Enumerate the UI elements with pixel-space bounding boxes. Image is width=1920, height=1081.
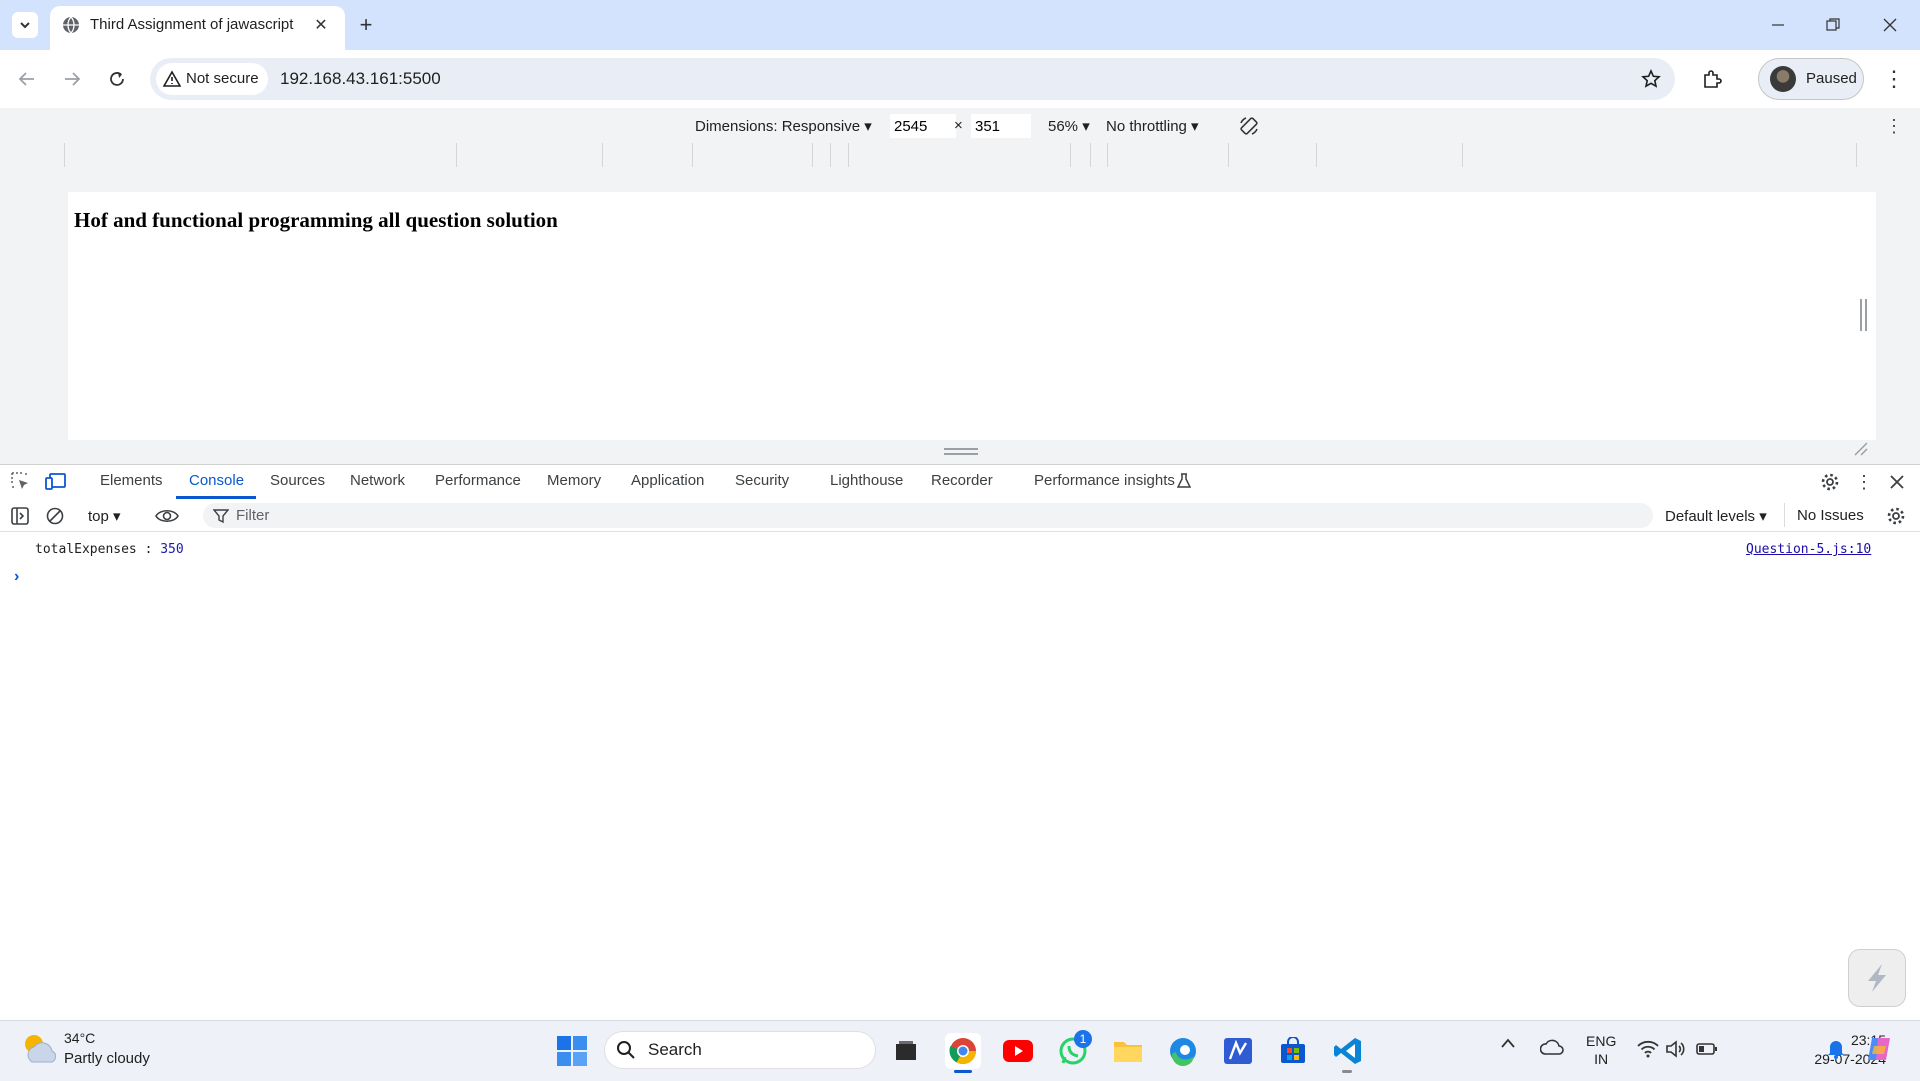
close-tab-icon[interactable]: ✕ [310,14,332,36]
tab-performance[interactable]: Performance [435,472,521,489]
security-label: Not secure [186,70,259,87]
url-text[interactable]: 192.168.43.161:5500 [280,69,441,89]
profile-label: Paused [1806,70,1857,87]
search-icon [617,1041,635,1059]
tab-recorder[interactable]: Recorder [931,472,993,489]
close-window-icon[interactable] [1870,8,1910,42]
chevron-up-icon[interactable] [1500,1036,1516,1054]
new-tab-button[interactable]: + [353,12,379,38]
width-input[interactable] [890,114,956,138]
throttling-dropdown[interactable]: No throttling ▾ [1106,117,1199,135]
live-expression-eye-icon[interactable] [155,506,179,526]
file-explorer-icon[interactable] [1110,1033,1146,1069]
page-heading: Hof and functional programming all quest… [74,208,558,232]
context-selector[interactable]: top ▾ [88,507,121,525]
restore-icon[interactable] [1813,8,1853,42]
weather-temperature: 34°C [64,1030,96,1046]
tab-application[interactable]: Application [631,472,704,489]
task-view-icon[interactable] [888,1033,924,1069]
console-prompt[interactable]: › [14,568,19,586]
store-icon[interactable] [1275,1033,1311,1069]
log-value: 350 [160,542,184,557]
console-settings-gear-icon[interactable] [1884,504,1908,528]
device-toolbar-menu-icon[interactable]: ⋮ [1884,114,1904,138]
reload-icon[interactable] [100,62,134,96]
chrome-icon[interactable] [945,1033,981,1069]
divider [1784,503,1785,527]
warning-icon [163,70,181,87]
tab-title: Third Assignment of jawascript [90,16,294,33]
floating-assistant-button[interactable] [1848,949,1906,1007]
avatar [1770,66,1796,92]
close-devtools-icon[interactable] [1886,471,1908,493]
lang-line-1: ENG [1586,1033,1617,1049]
bookmark-star-icon[interactable] [1635,63,1667,95]
chevron-down-icon [20,22,30,29]
taskbar-search[interactable] [604,1031,876,1069]
device-toggle-icon[interactable] [45,471,67,491]
forward-arrow-icon[interactable] [55,62,89,96]
log-label: totalExpenses : [35,542,161,557]
back-arrow-icon[interactable] [10,62,44,96]
tab-search-button[interactable] [12,12,38,38]
resize-handle-bottom[interactable] [944,448,978,455]
rotate-icon[interactable] [1236,113,1262,139]
resize-handle-right[interactable] [1860,299,1867,331]
vscode-icon[interactable] [1330,1033,1366,1069]
browser-menu-icon[interactable]: ⋮ [1882,64,1906,94]
minimize-icon[interactable] [1758,8,1798,42]
tab-network[interactable]: Network [350,472,405,489]
height-input[interactable] [971,114,1031,138]
devtools-menu-icon[interactable]: ⋮ [1855,470,1873,494]
tab-sources[interactable]: Sources [270,472,325,489]
stylus-app-icon[interactable] [1220,1033,1256,1069]
filter-input[interactable] [203,503,1653,528]
tab-memory[interactable]: Memory [547,472,601,489]
edge-icon[interactable] [1165,1033,1201,1069]
windows-start-icon[interactable] [556,1035,588,1067]
experiment-flask-icon [1177,473,1191,488]
active-tab-indicator [176,496,256,499]
extensions-puzzle-icon[interactable] [1696,63,1728,95]
filter-placeholder: Filter [236,507,270,524]
copilot-icon[interactable] [1864,1034,1894,1064]
partly-cloudy-icon[interactable] [20,1030,58,1066]
lang-line-2: IN [1594,1051,1609,1067]
globe-icon [63,16,79,34]
wifi-icon[interactable] [1637,1040,1659,1058]
issues-counter[interactable]: No Issues [1797,507,1864,524]
tab-performance-insights[interactable]: Performance insights [1034,472,1175,489]
notification-bell-icon[interactable] [1826,1038,1846,1060]
volume-icon[interactable] [1665,1040,1685,1058]
running-app-indicator [1342,1070,1352,1073]
sidebar-toggle-icon[interactable] [10,506,30,526]
tab-elements[interactable]: Elements [100,472,163,489]
resize-corner-icon[interactable] [1852,440,1868,456]
weather-condition: Partly cloudy [64,1050,150,1067]
dimensions-dropdown[interactable]: Dimensions: Responsive ▾ [695,117,872,135]
onedrive-cloud-icon[interactable] [1540,1038,1564,1058]
console-message-text: totalExpenses : 350 [35,542,184,557]
console-message [0,538,1920,562]
filter-funnel-icon [213,509,229,524]
language-indicator[interactable]: ENG IN [1586,1032,1616,1068]
battery-icon[interactable] [1696,1041,1718,1057]
source-link[interactable]: Question-5.js:10 [1746,542,1871,557]
times-separator: × [954,117,963,134]
tab-lighthouse[interactable]: Lighthouse [830,472,903,489]
search-label: Search [648,1040,702,1059]
active-app-indicator [954,1070,972,1073]
tab-console[interactable]: Console [189,472,244,489]
settings-gear-icon[interactable] [1818,470,1842,494]
inspect-element-icon[interactable] [10,471,30,491]
log-levels-dropdown[interactable]: Default levels ▾ [1665,507,1767,525]
clear-console-icon[interactable] [45,506,65,526]
notification-badge: 1 [1074,1030,1092,1048]
zoom-dropdown[interactable]: 56% ▾ [1048,117,1090,135]
youtube-icon[interactable] [1000,1033,1036,1069]
lightning-icon [1868,964,1886,992]
tab-security[interactable]: Security [735,472,789,489]
media-query-bar[interactable] [0,143,1920,168]
